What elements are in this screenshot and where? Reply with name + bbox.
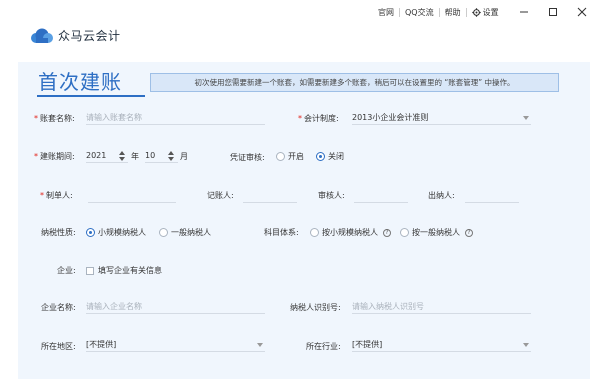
month-stepper[interactable] [168,149,175,163]
chevron-down-icon [523,343,529,347]
radio-label: 开启 [288,152,304,161]
nav-settings-label: 设置 [482,7,499,17]
period-year-value: 2021 [86,151,107,160]
maximize-button[interactable] [545,4,561,20]
company-name-placeholder: 请输入企业名称 [86,302,142,311]
nav-official-site[interactable]: 官网 [378,7,394,18]
tax-id-label: 纳税人识别号: [290,303,341,312]
radio-label: 按小规模纳税人 [322,228,378,237]
maximize-icon [549,8,557,16]
account-name-input[interactable]: 请输入账套名称 [86,111,265,125]
minimize-button[interactable] [516,4,532,20]
period-label: * 建账期间: [34,152,75,161]
stepper-down-icon [168,157,174,161]
subject-small-scale-radio[interactable]: 按小规模纳税人 ? [310,227,391,238]
stepper-up-icon [168,151,174,155]
app-logo: 众马云会计 [28,27,121,44]
radio-label: 小规模纳税人 [98,228,146,237]
year-unit: 年 [131,152,139,161]
chevron-down-icon [257,343,263,347]
enterprise-label: 企业: [57,266,76,275]
nav-settings[interactable]: 设置 [471,7,499,18]
voucher-review-label: 凭证审核: [230,153,265,162]
general-taxpayer-radio[interactable]: 一般纳税人 [159,227,211,238]
checkbox-box [86,266,94,275]
region-select[interactable]: [不提供] [86,338,265,352]
radio-label: 按一般纳税人 [412,228,460,237]
accounting-system-value: 2013小企业会计准则 [352,113,429,122]
stepper-down-icon [119,157,125,161]
radio-label: 关闭 [328,152,344,161]
page-title: 首次建账 [38,70,122,94]
gear-icon [471,7,481,17]
nav-help[interactable]: 帮助 [445,7,461,18]
region-label: 所在地区: [41,342,76,351]
close-icon [577,7,587,17]
cashier-label: 出纳人: [428,191,455,200]
help-icon[interactable]: ? [465,228,473,237]
radio-dot [310,228,319,237]
period-month-value: 10 [145,151,156,160]
voucher-review-off-radio[interactable]: 关闭 [316,151,344,162]
reviewer-label: 审核人: [318,191,345,200]
tax-id-placeholder: 请输入纳税人识别号 [352,302,424,311]
title-underline [37,95,145,97]
taxpayer-type-label: 纳税性质: [41,228,76,237]
help-icon[interactable]: ? [383,228,391,237]
tax-id-input[interactable]: 请输入纳税人识别号 [352,300,531,314]
accounting-system-select[interactable]: 2013小企业会计准则 [352,111,531,125]
top-nav: 官网 QQ交流 帮助 设置 [378,6,499,18]
radio-dot [159,228,168,237]
checkbox-label: 填写企业有关信息 [98,266,162,275]
cashier-input[interactable] [465,189,519,203]
radio-label: 一般纳税人 [171,228,211,237]
info-notice: 初次使用您需要新建一个账套，如需要新建多个账套，稍后可以在设置里的 “账套管理”… [150,73,559,92]
radio-dot [276,152,285,161]
setup-panel [18,62,590,379]
close-button[interactable] [574,4,590,20]
stepper-up-icon [119,151,125,155]
account-name-placeholder: 请输入账套名称 [86,113,142,122]
reviewer-input[interactable] [354,189,408,203]
year-stepper[interactable] [119,149,126,163]
cloud-logo-icon [28,28,54,44]
small-scale-taxpayer-radio[interactable]: 小规模纳税人 [86,227,146,238]
bookkeeper-label: 记账人: [207,191,234,200]
title-bar: 众马云会计 官网 QQ交流 帮助 设置 [0,0,600,62]
chevron-down-icon [523,116,529,120]
region-value: [不提供] [86,340,117,349]
nav-qq-chat[interactable]: QQ交流 [405,7,434,18]
radio-dot [400,228,409,237]
nav-divider [399,7,400,17]
company-name-input[interactable]: 请输入企业名称 [86,300,265,314]
app-name: 众马云会计 [58,29,121,43]
industry-select[interactable]: [不提供] [352,338,531,352]
preparer-input[interactable] [88,189,176,203]
nav-divider [438,7,440,17]
industry-label: 所在行业: [306,342,341,351]
info-notice-text: 初次使用您需要新建一个账套，如需要新建多个账套，稍后可以在设置里的 “账套管理”… [194,78,515,87]
month-unit: 月 [180,152,188,161]
subject-general-radio[interactable]: 按一般纳税人 ? [400,227,473,238]
voucher-review-on-radio[interactable]: 开启 [276,151,304,162]
minimize-icon [520,11,528,13]
nav-divider [465,7,467,17]
company-name-label: 企业名称: [41,303,76,312]
subject-system-label: 科目体系: [264,228,299,237]
radio-dot [316,152,325,161]
bookkeeper-input[interactable] [243,189,297,203]
account-name-label: * 账套名称: [34,114,75,123]
radio-dot [86,228,95,237]
industry-value: [不提供] [352,340,383,349]
accounting-system-label: * 会计制度: [298,114,339,123]
preparer-label: * 制单人: [40,191,73,200]
enterprise-info-checkbox[interactable]: 填写企业有关信息 [86,265,162,276]
